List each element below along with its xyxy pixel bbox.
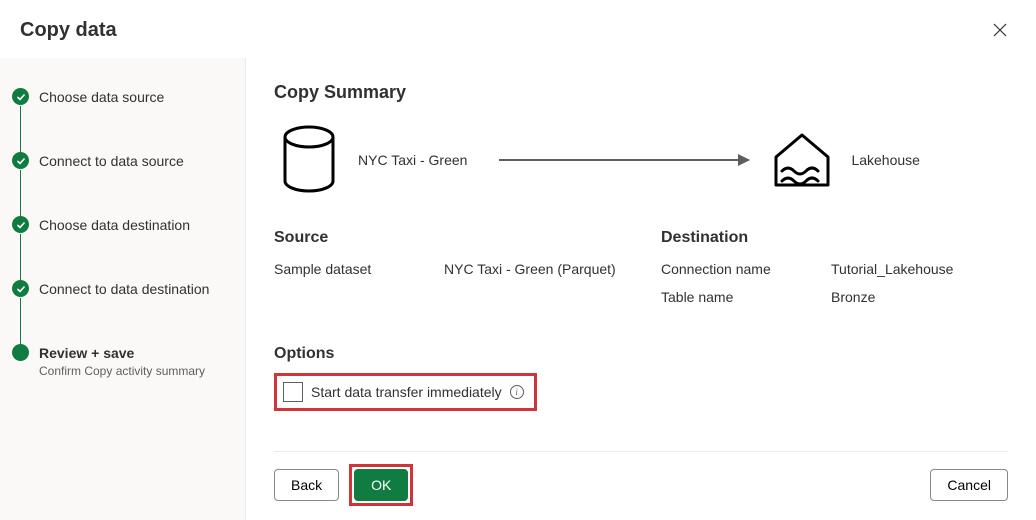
ok-button[interactable]: OK <box>354 469 408 501</box>
step-label: Connect to data destination <box>39 280 209 298</box>
flow-diagram: NYC Taxi - Green Lakehouse <box>274 121 1008 199</box>
current-step-icon <box>12 344 29 361</box>
connection-name-value: Tutorial_Lakehouse <box>831 261 953 277</box>
step-connect-to-data-source[interactable]: Connect to data source <box>12 152 229 216</box>
close-button[interactable] <box>984 14 1016 46</box>
table-name-value: Bronze <box>831 289 875 305</box>
source-heading: Source <box>274 229 621 247</box>
start-transfer-checkbox[interactable] <box>283 382 303 402</box>
table-name-label: Table name <box>661 289 831 305</box>
ok-button-highlight: OK <box>349 464 413 506</box>
step-label: Choose data destination <box>39 216 190 234</box>
step-connect-to-data-destination[interactable]: Connect to data destination <box>12 280 229 344</box>
destination-column: Destination Connection name Tutorial_Lak… <box>661 229 1008 317</box>
step-choose-data-destination[interactable]: Choose data destination <box>12 216 229 280</box>
step-review-save[interactable]: Review + save Confirm Copy activity summ… <box>12 344 229 378</box>
back-button[interactable]: Back <box>274 469 339 501</box>
start-transfer-highlight: Start data transfer immediately i <box>274 373 537 411</box>
start-transfer-label: Start data transfer immediately <box>311 384 502 400</box>
source-column: Source Sample dataset NYC Taxi - Green (… <box>274 229 621 317</box>
dialog-footer: Back OK Cancel <box>274 451 1008 506</box>
dialog-title: Copy data <box>20 19 117 42</box>
connection-name-label: Connection name <box>661 261 831 277</box>
check-icon <box>12 216 29 233</box>
wizard-steps-sidebar: Choose data source Connect to data sourc… <box>0 58 246 520</box>
destination-heading: Destination <box>661 229 1008 247</box>
destination-flow-label: Lakehouse <box>851 152 920 168</box>
close-icon <box>993 23 1007 37</box>
dialog-header: Copy data <box>0 0 1036 58</box>
arrow-icon <box>499 159 749 161</box>
step-label: Choose data source <box>39 88 164 106</box>
cancel-button[interactable]: Cancel <box>930 469 1008 501</box>
lakehouse-icon <box>767 121 837 199</box>
sample-dataset-label: Sample dataset <box>274 261 444 277</box>
sample-dataset-value: NYC Taxi - Green (Parquet) <box>444 261 616 277</box>
check-icon <box>12 88 29 105</box>
step-choose-data-source[interactable]: Choose data source <box>12 88 229 152</box>
step-label: Connect to data source <box>39 152 184 170</box>
check-icon <box>12 152 29 169</box>
copy-summary-heading: Copy Summary <box>274 82 1008 103</box>
main-panel: Copy Summary NYC Taxi - Green Lakehouse <box>246 58 1036 520</box>
database-icon <box>274 121 344 199</box>
step-label: Review + save <box>39 344 205 362</box>
options-heading: Options <box>274 345 1008 363</box>
step-sublabel: Confirm Copy activity summary <box>39 364 205 378</box>
info-icon[interactable]: i <box>510 385 524 399</box>
source-flow-label: NYC Taxi - Green <box>358 152 467 168</box>
check-icon <box>12 280 29 297</box>
options-section: Options Start data transfer immediately … <box>274 345 1008 411</box>
